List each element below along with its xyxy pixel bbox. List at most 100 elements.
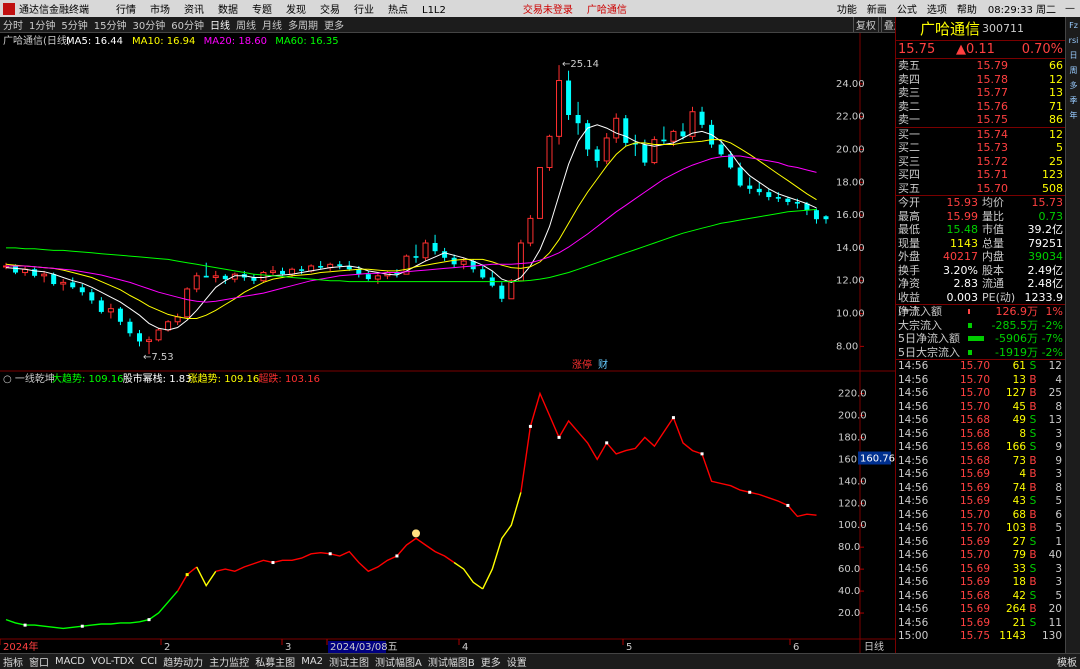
ind-ytick-label: 220.0 <box>838 388 867 399</box>
period-tab-7[interactable]: 周线 <box>236 17 256 32</box>
stock-code: 300711 <box>982 22 1025 35</box>
stock-notice[interactable]: 广哈通信 <box>587 1 627 16</box>
tick-price: 15.68 <box>959 589 990 602</box>
tick-time: 14:56 <box>898 481 929 494</box>
date-label: 2024年 <box>3 640 38 653</box>
period-tab-0[interactable]: 分时 <box>3 17 23 32</box>
stat-value: 15.99 <box>946 209 979 223</box>
bids-label: 买四 <box>898 168 920 181</box>
stat-value: 40217 <box>943 250 978 263</box>
tool-button-0[interactable]: 复权 <box>852 17 879 32</box>
ma20-line <box>6 155 817 303</box>
indicator-tab-1[interactable]: 窗口 <box>28 654 50 669</box>
period-tab-3[interactable]: 15分钟 <box>94 17 127 32</box>
period-tab-9[interactable]: 多周期 <box>288 17 318 32</box>
side-icon-6[interactable]: 年 <box>1067 109 1080 122</box>
period-tab-5[interactable]: 60分钟 <box>171 17 204 32</box>
menu-item-7[interactable]: 行业 <box>354 5 374 16</box>
tick-list[interactable]: 14:56 15.70 61 S 12 14:56 15.70 13 B 4 14:56 15.70 1… <box>896 360 1065 644</box>
menu-item-6[interactable]: 交易 <box>320 5 340 16</box>
template-button[interactable]: 模板 <box>1056 654 1078 669</box>
flow-row: 净流入额 126.9万 1% <box>896 305 1065 319</box>
indicator-tab-11[interactable]: 测试幅图B <box>427 654 476 669</box>
side-icon-0[interactable]: Fz <box>1067 19 1080 32</box>
tick-side: S <box>1029 495 1037 507</box>
indicator-tab-3[interactable]: VOL-TDX <box>90 656 135 667</box>
period-tab-1[interactable]: 1分钟 <box>29 17 55 32</box>
menu-item-1[interactable]: 市场 <box>150 5 170 16</box>
indicator-tab-6[interactable]: 主力监控 <box>208 654 250 669</box>
indicator-tab-13[interactable]: 设置 <box>506 654 528 669</box>
indicator-tab-7[interactable]: 私募主图 <box>254 654 296 669</box>
candle-body <box>747 185 753 189</box>
menu-item-2[interactable]: 资讯 <box>184 5 204 16</box>
main-ytick-label: 16.00 <box>836 210 865 221</box>
menu-item-9[interactable]: L1L2 <box>422 5 446 16</box>
right-menu-item-4[interactable]: 帮助 <box>957 1 977 16</box>
menu-item-4[interactable]: 专题 <box>252 5 272 16</box>
stat-value: 39034 <box>1028 250 1063 263</box>
tick-count: 6 <box>1055 508 1062 521</box>
main-ytick-label: 10.00 <box>836 309 865 320</box>
login-notice[interactable]: 交易未登录 <box>523 1 573 16</box>
tick-volume: 127 <box>1005 387 1026 399</box>
tick-side: S <box>1029 562 1037 575</box>
tick-count: 11 <box>1048 616 1062 629</box>
period-tab-4[interactable]: 30分钟 <box>132 17 165 32</box>
asks-label: 卖四 <box>898 72 920 86</box>
flow-label: 大宗流入 <box>898 318 942 332</box>
right-menu-item-0[interactable]: 功能 <box>837 1 857 16</box>
indicator-tab-10[interactable]: 测试幅图A <box>374 654 423 669</box>
tick-side: B <box>1029 576 1037 588</box>
menu-item-3[interactable]: 数据 <box>218 5 238 16</box>
right-menu-item-3[interactable]: 选项 <box>927 1 947 16</box>
chart-area[interactable]: 8.00 10.00 12.00 14.00 16.00 18.00 20.00 22.00 2… <box>0 33 895 653</box>
right-menu-item-2[interactable]: 公式 <box>897 1 917 16</box>
menu-item-5[interactable]: 发现 <box>286 5 306 16</box>
indicator-tab-4[interactable]: CCI <box>139 656 158 667</box>
main-ytick-label: 14.00 <box>836 243 865 254</box>
side-icon-3[interactable]: 周 <box>1067 64 1080 77</box>
indicator-tab-9[interactable]: 测试主图 <box>328 654 370 669</box>
tick-time: 14:56 <box>898 468 929 480</box>
menu-item-8[interactable]: 热点 <box>388 5 408 16</box>
period-tab-6[interactable]: 日线 <box>210 17 230 32</box>
tick-volume: 264 <box>1005 603 1026 615</box>
stat-label: 现量 <box>898 236 920 250</box>
period-tab-2[interactable]: 5分钟 <box>61 17 87 32</box>
side-icon-4[interactable]: 多 <box>1067 79 1080 92</box>
ma60-line <box>6 208 817 283</box>
ind-ytick-label: 80.0 <box>838 542 860 553</box>
main-ytick-label: 8.00 <box>836 341 858 352</box>
stat-label: 市值 <box>982 223 1004 236</box>
side-icon-2[interactable]: 日 <box>1067 49 1080 62</box>
menu-item-0[interactable]: 行情 <box>116 5 136 16</box>
tick-price: 15.69 <box>959 481 990 494</box>
flow-pct: -2% <box>1041 318 1063 332</box>
flow-bar-fill <box>968 336 984 342</box>
flow-pct: -2% <box>1041 345 1063 359</box>
indicator-tab-8[interactable]: MA2 <box>300 656 324 667</box>
app-name: 通达信金融终端 <box>19 5 89 16</box>
period-tab-10[interactable]: 更多 <box>324 17 344 32</box>
indicator-tabs: 指标 窗口 MACD VOL-TDX CCI 趋势动力 主力监控 私募主图 MA2 测试主图 测试幅… <box>0 653 1080 669</box>
indicator-tab-5[interactable]: 趋势动力 <box>162 654 204 669</box>
right-menu-item-1[interactable]: 新画 <box>867 1 887 16</box>
tick-side: B <box>1029 373 1037 386</box>
tick-price: 15.69 <box>959 535 990 548</box>
indicator-tab-12[interactable]: 更多 <box>480 654 502 669</box>
candle-body <box>117 308 123 322</box>
period-tab-8[interactable]: 月线 <box>262 17 282 32</box>
side-icon-5[interactable]: 季 <box>1067 94 1080 107</box>
candle-body <box>184 288 191 318</box>
indicator-tab-0[interactable]: 指标 <box>2 654 24 669</box>
indicator-tab-2[interactable]: MACD <box>54 656 86 667</box>
minimize-icon[interactable]: — <box>1065 3 1075 14</box>
side-icon-1[interactable]: rsi <box>1067 34 1080 47</box>
main-menu: 行情 市场 资讯 数据 专题 发现 交易 行业 热点 L1L2 <box>109 1 453 16</box>
kline-chart[interactable]: 8.00 10.00 12.00 14.00 16.00 18.00 20.00 22.00 2… <box>0 33 895 653</box>
stat-row: 净资 2.83 流通 2.48亿 <box>896 277 1065 291</box>
indicator-point <box>671 416 675 420</box>
tick-row: 14:56 15.69 43 S 5 <box>896 495 1065 509</box>
indicator-point <box>748 490 752 494</box>
